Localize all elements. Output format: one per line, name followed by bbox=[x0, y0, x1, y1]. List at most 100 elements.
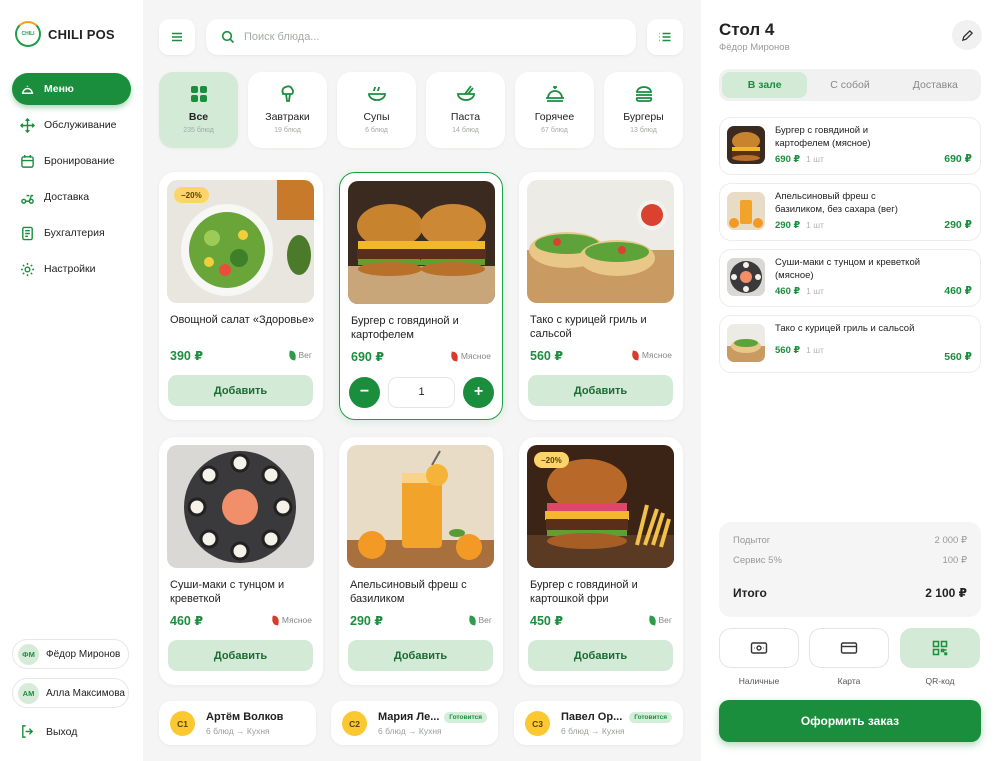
subtotal-value: 2 000 ₽ bbox=[934, 535, 967, 546]
item-name: Бургер с говядиной и картофелем (мясное) bbox=[775, 125, 871, 149]
product-card[interactable]: Суши-маки с тунцом и креветкой 460 ₽ Мяс… bbox=[159, 437, 323, 685]
category-breakfast[interactable]: Завтраки 19 блюд bbox=[248, 72, 327, 148]
edit-order-button[interactable] bbox=[952, 20, 982, 50]
product-title: Бургер с говядиной и картошкой фри bbox=[530, 579, 638, 605]
add-to-order-button[interactable]: Добавить bbox=[528, 375, 673, 406]
diet-tag: Мясное bbox=[450, 350, 491, 362]
item-total: 690 ₽ bbox=[944, 153, 972, 165]
item-thumbnail bbox=[727, 126, 765, 164]
item-thumbnail bbox=[727, 324, 765, 362]
product-card[interactable]: −20% Бургер с говядиной и картошкой фри … bbox=[519, 437, 683, 685]
diet-tag: Вег bbox=[287, 349, 312, 361]
logo-mark-icon: CHILI bbox=[15, 21, 41, 47]
logout-button[interactable]: Выход bbox=[20, 724, 77, 739]
add-to-order-button[interactable]: Добавить bbox=[168, 375, 313, 406]
product-title: Овощной салат «Здоровье» bbox=[170, 314, 315, 326]
product-card[interactable]: Апельсиновый фреш с базиликом 290 ₽ Вег … bbox=[339, 437, 503, 685]
order-summary: Подытог 2 000 ₽ Сервис 5% 100 ₽ Итого 2 100… bbox=[719, 522, 981, 617]
add-to-order-button[interactable]: Добавить bbox=[528, 640, 673, 671]
category-burgers[interactable]: Бургеры 13 блюд bbox=[604, 72, 683, 148]
customer-name: Мария Ле... bbox=[378, 711, 440, 723]
nav-item-settings[interactable]: Настройки bbox=[12, 253, 131, 285]
order-route: 6 блюд → Кухня bbox=[561, 726, 625, 736]
add-to-order-button[interactable]: Добавить bbox=[168, 640, 313, 671]
diet-tag: Мясное bbox=[631, 349, 672, 361]
service-row: Сервис 5% 100 ₽ bbox=[733, 555, 967, 566]
order-item[interactable]: Суши-маки с тунцом и креветкой (мясное) … bbox=[719, 249, 981, 307]
item-price: 460 ₽ 1 шт bbox=[775, 286, 824, 297]
add-to-order-button[interactable]: Добавить bbox=[348, 640, 493, 671]
nav-item-menu[interactable]: Меню bbox=[12, 73, 131, 105]
list-icon bbox=[659, 32, 671, 42]
burger-icon bbox=[635, 86, 652, 102]
product-title: Тако с курицей гриль и сальсой bbox=[530, 314, 647, 340]
pay-cash-label: Наличные bbox=[738, 676, 780, 686]
staff-chip[interactable]: ФМ Фёдор Миронов bbox=[12, 639, 129, 669]
leaf-icon bbox=[287, 349, 297, 361]
item-price: 560 ₽ 1 шт bbox=[775, 345, 824, 356]
chili-icon bbox=[271, 614, 280, 626]
staff-name: Алла Максимова bbox=[46, 687, 125, 699]
category-count: 19 блюд bbox=[274, 127, 301, 134]
staff-chip[interactable]: АМ Алла Максимова bbox=[12, 678, 129, 708]
pay-cash-button[interactable] bbox=[719, 628, 799, 668]
status-badge: Готовится bbox=[444, 712, 487, 723]
cloche-icon bbox=[545, 86, 564, 102]
item-total: 460 ₽ bbox=[944, 285, 972, 297]
app-name: CHILI POS bbox=[48, 26, 115, 42]
order-item[interactable]: Бургер с говядиной и картофелем (мясное)… bbox=[719, 117, 981, 175]
category-soups[interactable]: Супы 6 блюд bbox=[337, 72, 416, 148]
category-name: Паста bbox=[450, 111, 481, 123]
customer-name: Артём Волков bbox=[206, 711, 284, 723]
pay-qr-button[interactable] bbox=[900, 628, 980, 668]
chili-icon bbox=[631, 349, 640, 361]
increment-button[interactable]: + bbox=[463, 376, 494, 408]
order-item[interactable]: Апельсиновый фреш с базиликом, без сахар… bbox=[719, 183, 981, 241]
pasta-bowl-icon bbox=[456, 85, 475, 101]
tab-dine-in[interactable]: В зале bbox=[722, 72, 808, 98]
product-card[interactable]: Бургер с говядиной и картофелем 690 ₽ Мя… bbox=[339, 172, 503, 420]
search-input[interactable] bbox=[244, 31, 624, 43]
category-all[interactable]: Все 235 блюд bbox=[159, 72, 238, 148]
category-pasta[interactable]: Паста 14 блюд bbox=[426, 72, 505, 148]
pay-card-button[interactable] bbox=[809, 628, 889, 668]
order-avatar: C3 bbox=[525, 711, 550, 736]
diet-tag-label: Вег bbox=[658, 615, 673, 625]
nav-item-service[interactable]: Обслуживание bbox=[12, 109, 131, 141]
hamburger-menu-button[interactable] bbox=[159, 19, 195, 55]
category-name: Супы bbox=[363, 111, 390, 123]
kitchen-order-chip[interactable]: C3 Павел Ор... 6 блюд → Кухня Готовится bbox=[514, 701, 683, 745]
nav-item-booking[interactable]: Бронирование bbox=[12, 145, 131, 177]
product-title: Суши-маки с тунцом и креветкой bbox=[170, 579, 285, 605]
product-card[interactable]: Тако с курицей гриль и сальсой 560 ₽ Мяс… bbox=[519, 172, 683, 420]
tab-delivery[interactable]: Доставка bbox=[893, 72, 978, 98]
juice-image bbox=[347, 445, 494, 568]
item-unit-price: 690 ₽ bbox=[775, 154, 801, 165]
product-card[interactable]: −20% Овощной салат «Здоровье» 390 ₽ Вег … bbox=[159, 172, 323, 420]
list-view-button[interactable] bbox=[647, 19, 683, 55]
kitchen-order-chip[interactable]: C1 Артём Волков 6 блюд → Кухня bbox=[159, 701, 316, 745]
qr-code-icon bbox=[932, 640, 948, 656]
decrement-button[interactable]: − bbox=[349, 376, 380, 408]
app-logo[interactable]: CHILI CHILI POS bbox=[15, 21, 115, 47]
card-icon bbox=[840, 642, 858, 654]
nav-item-delivery[interactable]: Доставка bbox=[12, 181, 131, 213]
category-count: 6 блюд bbox=[365, 127, 388, 134]
item-name: Тако с курицей гриль и сальсой bbox=[775, 323, 915, 334]
avatar: АМ bbox=[18, 682, 39, 704]
kitchen-order-chip[interactable]: C2 Мария Ле... 6 блюд → Кухня Готовится bbox=[331, 701, 498, 745]
total-value: 2 100 ₽ bbox=[925, 586, 967, 600]
tab-takeaway[interactable]: С собой bbox=[807, 72, 892, 98]
category-hot[interactable]: Горячее 67 блюд bbox=[515, 72, 594, 148]
item-thumbnail bbox=[727, 192, 765, 230]
diet-tag-label: Мясное bbox=[460, 351, 491, 361]
checkout-button[interactable]: Оформить заказ bbox=[719, 700, 981, 742]
item-name: Суши-маки с тунцом и креветкой (мясное) bbox=[775, 257, 921, 281]
quantity-field[interactable] bbox=[388, 376, 455, 408]
burgers-image bbox=[348, 181, 495, 304]
order-item[interactable]: Тако с курицей гриль и сальсой 560 ₽ 1 шт… bbox=[719, 315, 981, 373]
pay-card-label: Карта bbox=[837, 676, 861, 686]
pay-qr-label: QR-код bbox=[925, 676, 955, 686]
item-unit-price: 460 ₽ bbox=[775, 286, 801, 297]
nav-item-accounting[interactable]: Бухгалтерия bbox=[12, 217, 131, 249]
